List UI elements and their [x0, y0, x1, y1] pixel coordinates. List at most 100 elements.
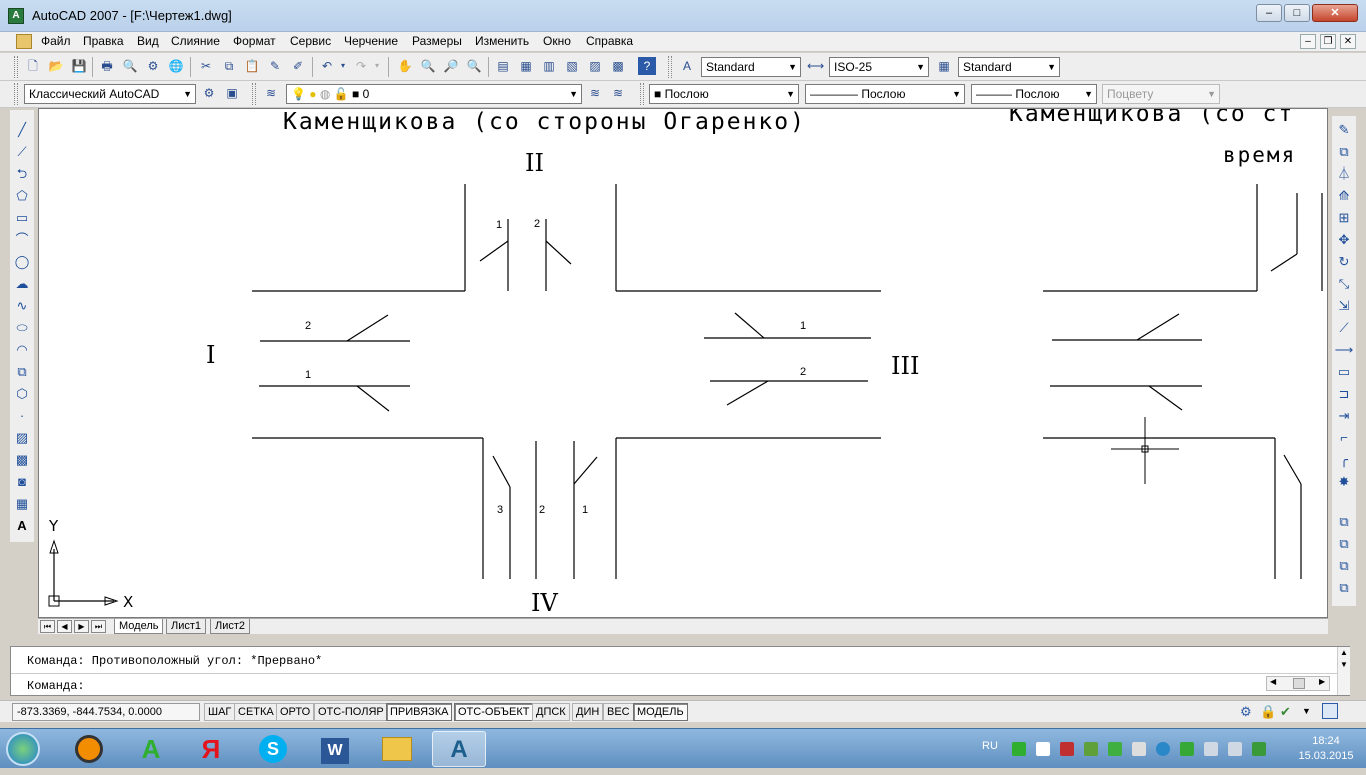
spline-icon[interactable]: ∿ [12, 296, 32, 316]
scale-icon[interactable]: ⤡ [1334, 274, 1354, 294]
join-icon[interactable]: ⇥ [1334, 406, 1354, 426]
document-icon[interactable] [16, 34, 32, 49]
command-prompt[interactable]: Команда: [27, 679, 85, 693]
menu-window[interactable]: Окно [543, 34, 571, 48]
dynamic-ucs-toggle[interactable]: ДПСК [532, 703, 570, 721]
explode-icon[interactable]: ✸ [1334, 472, 1354, 492]
redo-icon[interactable]: ↷ [352, 57, 370, 75]
multiline-text-icon[interactable]: A [12, 516, 32, 536]
last-tab-button[interactable]: ⏭ [91, 620, 106, 633]
command-scrollbar[interactable]: ▲ ▼ [1337, 647, 1350, 695]
block-editor-icon[interactable]: ✐ [289, 57, 307, 75]
color-select[interactable]: ■ Послою ▼ [649, 84, 799, 104]
menu-tools[interactable]: Сервис [290, 34, 331, 48]
toolbar-lock-icon[interactable]: 🔒 [1260, 704, 1276, 720]
paste-icon[interactable]: 📋 [243, 57, 261, 75]
zoom-window-icon[interactable]: 🔎 [442, 57, 460, 75]
dynamic-input-toggle[interactable]: ДИН [572, 703, 604, 721]
autocad-app-icon[interactable]: A [8, 8, 24, 24]
region-icon[interactable]: ◙ [12, 472, 32, 492]
first-tab-button[interactable]: ⏮ [40, 620, 55, 633]
model-space-canvas[interactable]: Каменщикова (со стороны Огаренко) Каменщ… [38, 108, 1328, 618]
toolbar-grip[interactable] [252, 83, 256, 105]
mirror-icon[interactable]: ⏃ [1334, 164, 1354, 184]
save-icon[interactable]: 💾 [70, 57, 88, 75]
menu-dimension[interactable]: Размеры [412, 34, 462, 48]
copy-icon[interactable]: ⧉ [220, 57, 238, 75]
polyline-icon[interactable]: ⮌ [12, 164, 32, 184]
mdi-close-button[interactable]: ✕ [1340, 34, 1356, 49]
text-style-select[interactable]: Standard ▼ [701, 57, 801, 77]
mdi-minimize-button[interactable]: – [1300, 34, 1316, 49]
markup-icon[interactable]: ▨ [586, 57, 604, 75]
properties-icon[interactable]: ▤ [494, 57, 512, 75]
offset-icon[interactable]: ⟰ [1334, 186, 1354, 206]
snap-toggle[interactable]: ШАГ [204, 703, 236, 721]
move-icon[interactable]: ✥ [1334, 230, 1354, 250]
extend-icon[interactable]: ⟶ [1334, 340, 1354, 360]
ellipse-arc-icon[interactable]: ◠ [12, 340, 32, 360]
language-indicator[interactable]: RU [982, 740, 998, 752]
new-file-icon[interactable]: 🗋 [24, 57, 42, 75]
redo-dropdown-icon[interactable]: ▾ [372, 57, 382, 75]
tray-app-icon[interactable] [1132, 742, 1146, 756]
status-menu-dropdown-icon[interactable]: ▼ [1302, 706, 1311, 716]
scroll-right-icon[interactable]: ▶ [1319, 677, 1325, 686]
tray-flag-icon[interactable] [1036, 742, 1050, 756]
yandex-icon[interactable]: Я [184, 731, 238, 767]
menu-modify[interactable]: Изменить [475, 34, 529, 48]
layer-previous-icon[interactable]: ≋ [609, 84, 627, 102]
make-block-icon[interactable]: ⬡ [12, 384, 32, 404]
rotate-icon[interactable]: ↻ [1334, 252, 1354, 272]
line-icon[interactable]: ╱ [12, 120, 32, 140]
object-tracking-toggle[interactable]: ОТС-ОБЪЕКТ [454, 703, 534, 721]
tray-autocad-icon[interactable] [1012, 742, 1026, 756]
zoom-realtime-icon[interactable]: 🔍 [419, 57, 437, 75]
match-properties-icon[interactable]: ✎ [266, 57, 284, 75]
maximize-button[interactable]: □ [1284, 4, 1310, 22]
scroll-up-icon[interactable]: ▲ [1338, 647, 1350, 659]
break-at-point-icon[interactable]: ▭ [1334, 362, 1354, 382]
tab-sheet2[interactable]: Лист2 [210, 619, 251, 634]
arc-icon[interactable]: ⌒ [12, 230, 32, 250]
bring-to-front-icon[interactable]: ⧉ [1334, 512, 1354, 532]
autocad-a-icon[interactable]: A [124, 731, 178, 767]
close-button[interactable]: ✕ [1312, 4, 1358, 22]
communication-center-icon[interactable]: ⚙ [1240, 704, 1252, 720]
tray-network-icon[interactable] [1228, 742, 1242, 756]
linetype-select[interactable]: ———— Послою ▼ [805, 84, 965, 104]
undo-dropdown-icon[interactable]: ▾ [338, 57, 348, 75]
scroll-thumb[interactable] [1293, 678, 1305, 689]
ortho-toggle[interactable]: ОРТО [276, 703, 315, 721]
open-file-icon[interactable]: 📂 [47, 57, 65, 75]
next-tab-button[interactable]: ▶ [74, 620, 89, 633]
sheet-set-icon[interactable]: ▧ [563, 57, 581, 75]
layer-manager-icon[interactable]: ≋ [262, 84, 280, 102]
trim-icon[interactable]: ⟋ [1334, 318, 1354, 338]
construction-line-icon[interactable]: ⟋ [12, 142, 32, 162]
status-tray-icon[interactable]: ✔ [1280, 704, 1291, 720]
table-style-select[interactable]: Standard ▼ [958, 57, 1060, 77]
command-horizontal-scrollbar[interactable]: ◀ ▶ [1266, 676, 1330, 691]
point-icon[interactable]: · [12, 406, 32, 426]
stretch-icon[interactable]: ⇲ [1334, 296, 1354, 316]
scroll-down-icon[interactable]: ▼ [1338, 659, 1350, 671]
design-center-icon[interactable]: ▦ [517, 57, 535, 75]
skype-icon[interactable]: S [246, 731, 300, 767]
chamfer-icon[interactable]: ⌐ [1334, 428, 1354, 448]
avast-icon[interactable] [62, 731, 116, 767]
grid-toggle[interactable]: СЕТКА [234, 703, 278, 721]
system-clock[interactable]: 18:24 15.03.2015 [1296, 734, 1356, 764]
insert-block-icon[interactable]: ⧉ [12, 362, 32, 382]
toolbar-grip[interactable] [14, 56, 18, 78]
array-icon[interactable]: ⊞ [1334, 208, 1354, 228]
gradient-icon[interactable]: ▩ [12, 450, 32, 470]
hatch-icon[interactable]: ▨ [12, 428, 32, 448]
erase-icon[interactable]: ✎ [1334, 120, 1354, 140]
scroll-left-icon[interactable]: ◀ [1270, 677, 1276, 686]
tray-skype-icon[interactable] [1156, 742, 1170, 756]
minimize-button[interactable]: – [1256, 4, 1282, 22]
cut-icon[interactable]: ✂ [197, 57, 215, 75]
lineweight-select[interactable]: ——— Послою ▼ [971, 84, 1097, 104]
zoom-previous-icon[interactable]: 🔍 [465, 57, 483, 75]
